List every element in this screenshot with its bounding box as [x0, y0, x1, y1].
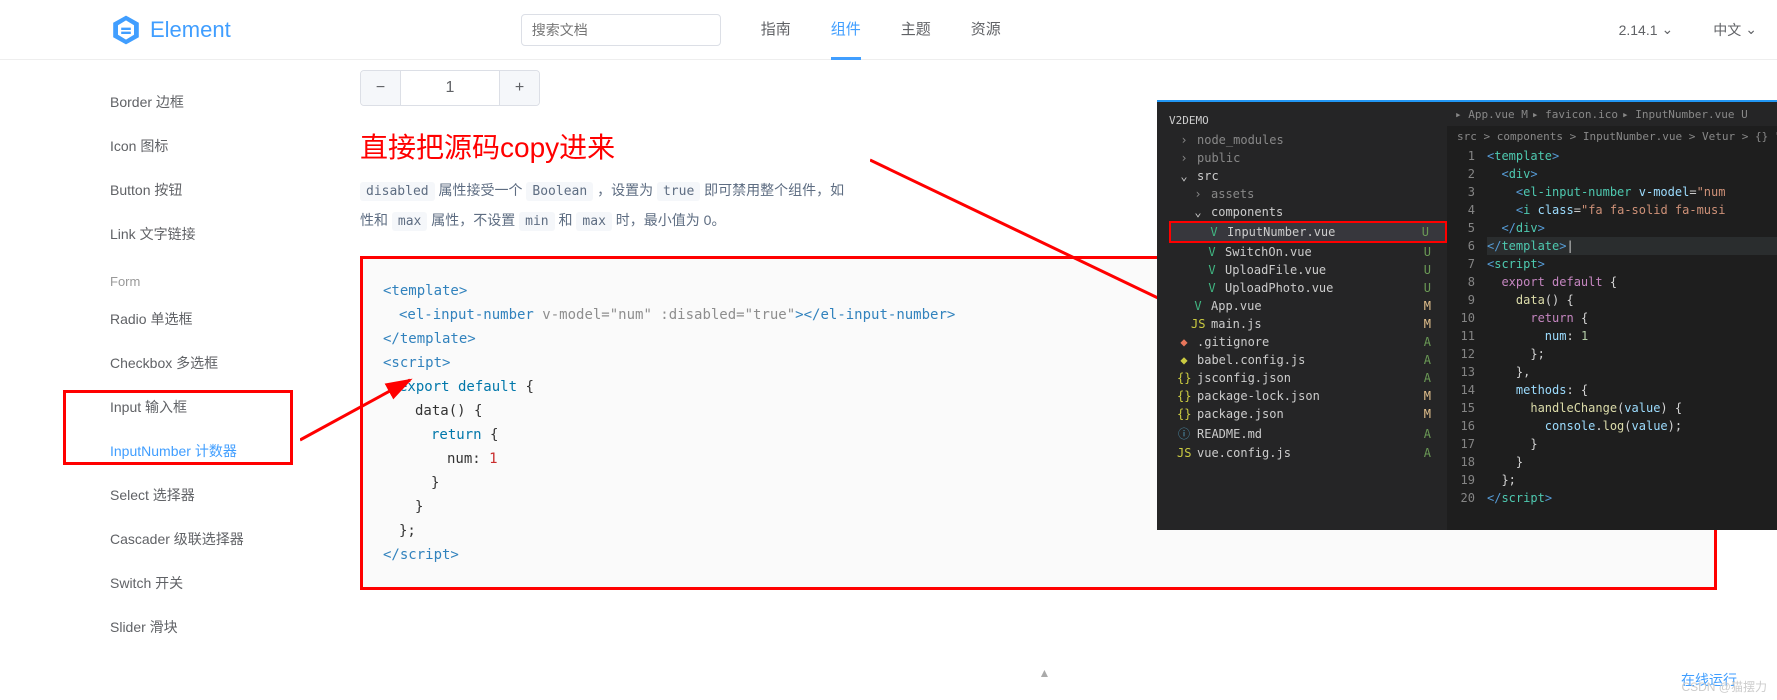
file-icon: V: [1205, 263, 1219, 277]
vscode-tree-item[interactable]: ›node_modules: [1169, 131, 1447, 149]
file-icon: {}: [1177, 371, 1191, 385]
file-icon: ◆: [1177, 353, 1191, 367]
sidebar-group-label: Form: [110, 256, 300, 297]
increase-button[interactable]: +: [499, 71, 539, 105]
chevron-down-icon: ⌄: [1745, 21, 1757, 38]
watermark: CSDN @猫摆力: [1681, 678, 1767, 695]
file-icon: V: [1207, 225, 1221, 239]
vscode-tree-item[interactable]: ›public: [1169, 149, 1447, 167]
file-icon: ›: [1177, 151, 1191, 165]
sidebar-item[interactable]: Icon 图标: [110, 124, 300, 168]
vscode-tree-item[interactable]: JSvue.config.jsA: [1169, 444, 1447, 462]
vscode-tree-item[interactable]: VSwitchOn.vueU: [1169, 243, 1447, 261]
code-tag: max: [392, 212, 427, 231]
input-number-demo: − 1 +: [360, 70, 540, 106]
code-tag: true: [657, 182, 700, 201]
file-icon: {}: [1177, 407, 1191, 421]
search-input[interactable]: [521, 14, 721, 46]
header: Element 指南组件主题资源 2.14.1 ⌄ 中文 ⌄: [0, 0, 1777, 60]
logo[interactable]: Element: [110, 14, 231, 46]
vscode-tree-item[interactable]: VApp.vueM: [1169, 297, 1447, 315]
sidebar-item[interactable]: Cascader 级联选择器: [110, 517, 300, 561]
vscode-editor: ▸ App.vue M ▸ favicon.ico ▸ InputNumber.…: [1447, 102, 1777, 530]
vscode-code-lines[interactable]: <template> <div> <el-input-number v-mode…: [1487, 147, 1777, 530]
sidebar-item[interactable]: Border 边框: [110, 80, 300, 124]
logo-text: Element: [150, 17, 231, 43]
file-icon: ›: [1177, 133, 1191, 147]
sidebar-item[interactable]: Button 按钮: [110, 168, 300, 212]
main-nav: 指南组件主题资源: [761, 0, 1001, 60]
sidebar-item[interactable]: Radio 单选框: [110, 297, 300, 341]
vscode-explorer: V2DEMO ›node_modules›public⌄src›assets⌄c…: [1157, 102, 1447, 530]
vscode-tree-item[interactable]: ⓘREADME.mdA: [1169, 423, 1447, 444]
sidebar-item[interactable]: Input 输入框: [110, 385, 300, 429]
vscode-tab[interactable]: ▸ InputNumber.vue U: [1622, 108, 1748, 121]
sidebar-item[interactable]: Slider 滑块: [110, 605, 300, 649]
header-right: 2.14.1 ⌄ 中文 ⌄: [1619, 20, 1757, 40]
sidebar-item[interactable]: Link 文字链接: [110, 212, 300, 256]
vscode-tabs: ▸ App.vue M ▸ favicon.ico ▸ InputNumber.…: [1447, 102, 1777, 126]
vscode-tree-item[interactable]: ◆babel.config.jsA: [1169, 351, 1447, 369]
vscode-tree-item[interactable]: VInputNumber.vueU: [1169, 221, 1447, 243]
vscode-tree-item[interactable]: {}package-lock.jsonM: [1169, 387, 1447, 405]
vscode-tree-item[interactable]: VUploadPhoto.vueU: [1169, 279, 1447, 297]
vscode-tree-item[interactable]: ◆.gitignoreA: [1169, 333, 1447, 351]
vscode-project-title: V2DEMO: [1157, 110, 1447, 131]
vscode-breadcrumb: src > components > InputNumber.vue > Vet…: [1447, 126, 1777, 147]
file-icon: V: [1205, 245, 1219, 259]
sidebar-item[interactable]: Switch 开关: [110, 561, 300, 605]
version-dropdown[interactable]: 2.14.1 ⌄: [1619, 20, 1674, 40]
vscode-tree-item[interactable]: ›assets: [1169, 185, 1447, 203]
vscode-tab[interactable]: ▸ favicon.ico: [1532, 108, 1618, 121]
code-tag: min: [519, 212, 554, 231]
vscode-tree-item[interactable]: {}package.jsonM: [1169, 405, 1447, 423]
sidebar-item[interactable]: Checkbox 多选框: [110, 341, 300, 385]
file-icon: JS: [1191, 317, 1205, 331]
chevron-down-icon: ⌄: [1662, 21, 1674, 38]
vscode-tab[interactable]: ▸ App.vue M: [1455, 108, 1528, 121]
file-icon: ◆: [1177, 335, 1191, 349]
file-icon: ⓘ: [1177, 425, 1191, 442]
decrease-button[interactable]: −: [361, 71, 401, 105]
vscode-tree-item[interactable]: {}jsconfig.jsonA: [1169, 369, 1447, 387]
sidebar-item[interactable]: InputNumber 计数器: [110, 429, 300, 473]
nav-item[interactable]: 组件: [831, 0, 861, 60]
vscode-panel: V2DEMO ›node_modules›public⌄src›assets⌄c…: [1157, 100, 1777, 530]
file-icon: V: [1191, 299, 1205, 313]
code-tag: Boolean: [526, 182, 593, 201]
sidebar: Border 边框Icon 图标Button 按钮Link 文字链接FormRa…: [0, 60, 300, 700]
code-tag: disabled: [360, 182, 435, 201]
file-icon: ›: [1191, 187, 1205, 201]
file-icon: {}: [1177, 389, 1191, 403]
vscode-tree-item[interactable]: ⌄src: [1169, 167, 1447, 185]
file-icon: ⌄: [1191, 205, 1205, 219]
collapse-icon[interactable]: ▲: [1039, 666, 1051, 680]
lang-dropdown[interactable]: 中文 ⌄: [1713, 20, 1757, 40]
nav-item[interactable]: 资源: [971, 0, 1001, 60]
vscode-tree-item[interactable]: ⌄components: [1169, 203, 1447, 221]
sidebar-item[interactable]: Select 选择器: [110, 473, 300, 517]
file-icon: JS: [1177, 446, 1191, 460]
file-icon: ⌄: [1177, 169, 1191, 183]
nav-item[interactable]: 指南: [761, 0, 791, 60]
vscode-tree-item[interactable]: JSmain.jsM: [1169, 315, 1447, 333]
input-number-value[interactable]: 1: [401, 71, 499, 105]
file-icon: V: [1205, 281, 1219, 295]
search-box: [521, 14, 721, 46]
nav-item[interactable]: 主题: [901, 0, 931, 60]
vscode-tree-item[interactable]: VUploadFile.vueU: [1169, 261, 1447, 279]
vscode-gutter: 1234567891011121314151617181920: [1447, 147, 1487, 530]
element-logo-icon: [110, 14, 142, 46]
code-tag: max: [576, 212, 611, 231]
